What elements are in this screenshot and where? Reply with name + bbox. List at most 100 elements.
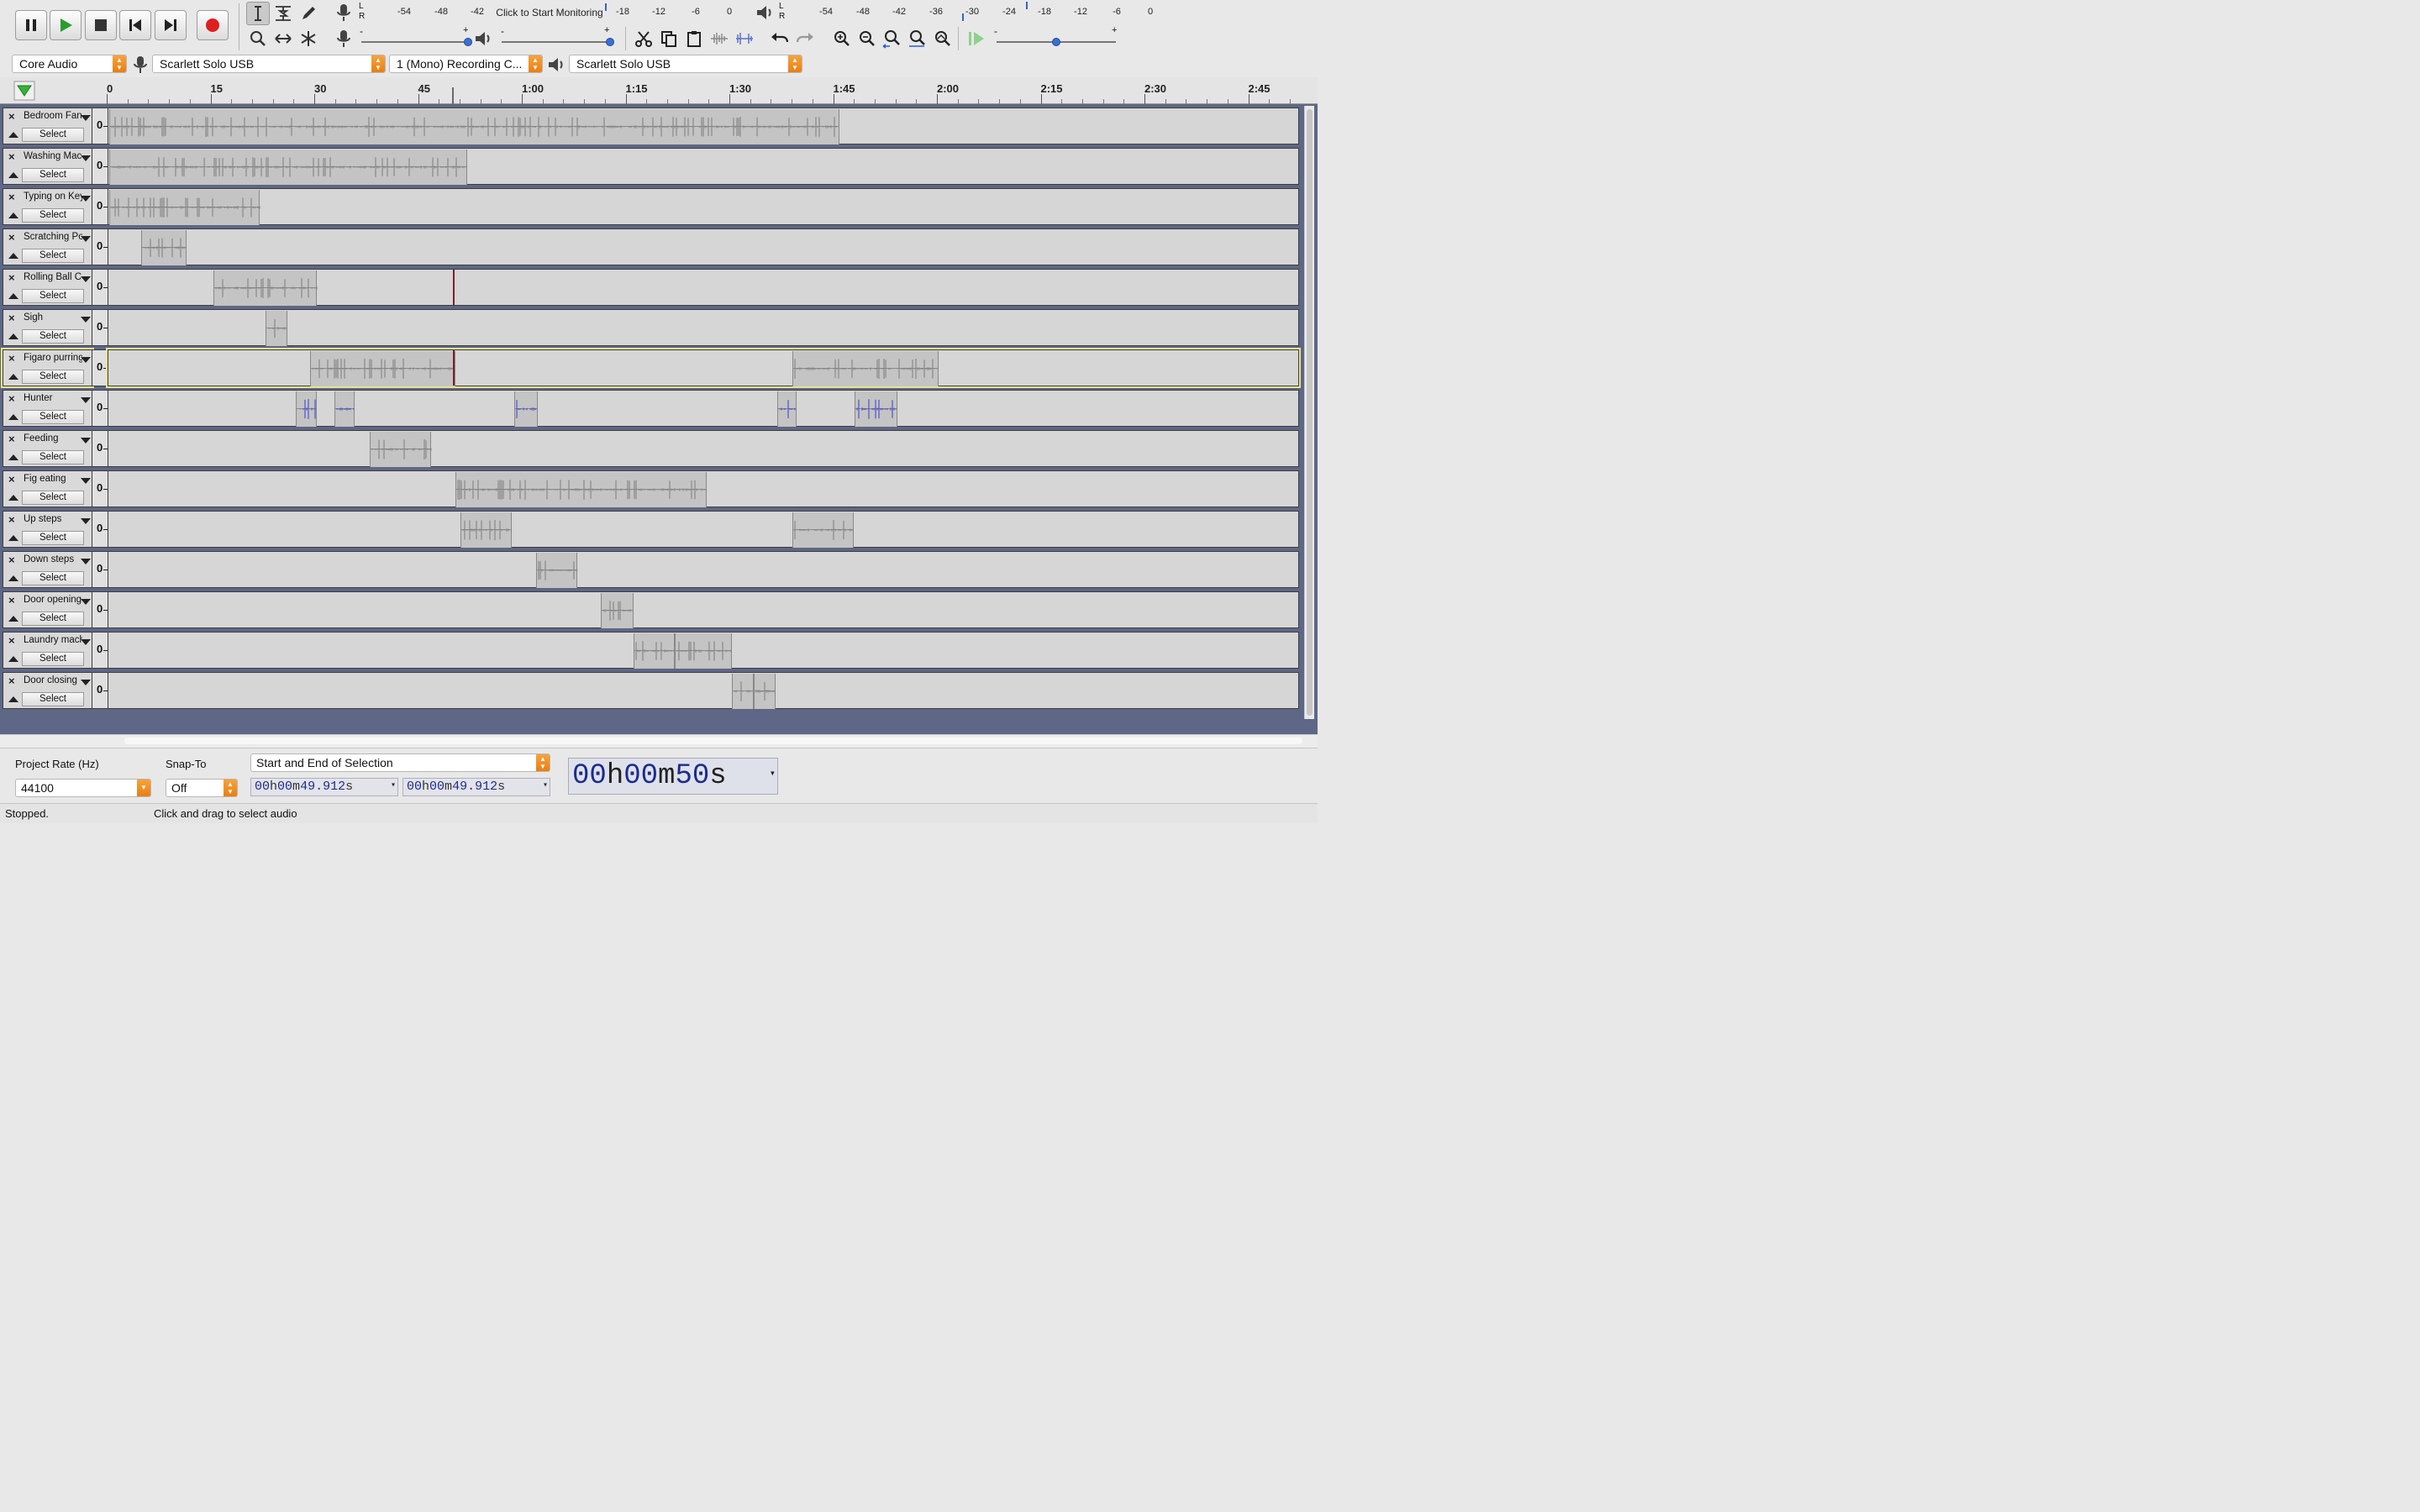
audio-clip[interactable] [792,512,854,548]
vertical-ruler[interactable]: 0 [92,108,108,144]
track-menu-dropdown-icon[interactable] [81,599,91,605]
waveform-area[interactable] [108,591,1299,628]
select-track-button[interactable]: Select [22,612,84,626]
vertical-scrollbar[interactable] [1304,106,1314,719]
close-icon[interactable]: × [8,634,15,647]
zoom-toggle-button[interactable] [931,27,955,50]
collapse-track-icon[interactable] [8,575,18,581]
skip-to-start-button[interactable] [119,10,151,40]
audio-clip[interactable] [213,270,317,306]
silence-audio-button[interactable] [733,27,756,50]
waveform-area[interactable] [108,511,1299,548]
waveform-area[interactable] [108,269,1299,306]
audio-track[interactable]: × Bedroom Fan Select 0 [3,108,1299,144]
skip-to-end-button[interactable] [155,10,187,40]
audio-clip[interactable] [754,674,776,709]
vertical-ruler[interactable]: 0 [92,551,108,588]
close-icon[interactable]: × [8,312,15,324]
select-track-button[interactable]: Select [22,208,84,223]
track-control-panel[interactable]: × Hunter Select [3,390,92,427]
close-icon[interactable]: × [8,675,15,687]
waveform-area[interactable] [108,430,1299,467]
vertical-ruler[interactable]: 0 [92,188,108,225]
vertical-ruler[interactable]: 0 [92,632,108,669]
audio-clip[interactable] [266,311,288,346]
track-control-panel[interactable]: × Fig eating Select [3,470,92,507]
waveform-area[interactable] [108,470,1299,507]
collapse-track-icon[interactable] [8,132,18,138]
audio-clip[interactable] [792,351,939,386]
select-track-button[interactable]: Select [22,168,84,182]
recording-volume-knob[interactable] [464,38,472,46]
audio-track[interactable]: × Scratching Po Select 0 [3,228,1299,265]
select-track-button[interactable]: Select [22,370,84,384]
collapse-track-icon[interactable] [8,616,18,622]
select-track-button[interactable]: Select [22,571,84,585]
waveform-area[interactable] [106,348,1301,388]
recording-channels-select[interactable]: 1 (Mono) Recording C... ▲ ▼ [389,55,543,73]
audio-track[interactable]: × Figaro purring Select 0 [1,348,1301,388]
envelope-tool[interactable] [271,2,295,25]
close-icon[interactable]: × [8,110,15,123]
audio-clip[interactable] [109,190,260,225]
redo-button[interactable] [793,27,817,50]
select-track-button[interactable]: Select [22,450,84,465]
track-menu-dropdown-icon[interactable] [81,397,91,403]
collapse-track-icon[interactable] [8,333,18,339]
collapse-track-icon[interactable] [8,414,18,420]
track-name[interactable]: Scratching Po [24,232,82,242]
pin-head-icon[interactable] [13,81,35,103]
audio-track[interactable]: × Feeding Select 0 [3,430,1299,467]
time-shift-tool[interactable] [271,27,295,50]
chevron-down-icon[interactable]: ▾ [543,780,548,790]
select-track-button[interactable]: Select [22,531,84,545]
collapse-track-icon[interactable] [8,293,18,299]
undo-button[interactable] [768,27,792,50]
vertical-ruler[interactable]: 0 [92,430,108,467]
track-menu-dropdown-icon[interactable] [81,115,91,121]
track-name[interactable]: Figaro purring [24,353,82,363]
audio-track[interactable]: × Down steps Select 0 [3,551,1299,588]
vertical-ruler[interactable]: 0 [92,148,108,185]
paste-button[interactable] [682,27,706,50]
selection-mode-select[interactable]: Start and End of Selection ▲ ▼ [250,753,550,772]
audio-track[interactable]: × Fig eating Select 0 [3,470,1299,507]
selection-start-time[interactable]: 00h00m49.912s ▾ [250,778,398,796]
close-icon[interactable]: × [8,271,15,284]
track-menu-dropdown-icon[interactable] [81,559,91,564]
audio-clip[interactable] [732,674,755,709]
collapse-track-icon[interactable] [8,696,18,702]
audio-clip[interactable] [296,391,317,427]
close-icon[interactable]: × [8,150,15,163]
audio-clip[interactable] [460,512,513,548]
track-menu-dropdown-icon[interactable] [81,357,91,363]
waveform-area[interactable] [108,108,1299,144]
waveform-area[interactable] [108,309,1299,346]
track-menu-dropdown-icon[interactable] [81,276,91,282]
track-control-panel[interactable]: × Washing Mac Select [3,148,92,185]
audio-clip[interactable] [309,351,455,386]
close-icon[interactable]: × [8,594,15,606]
play-at-speed-button[interactable] [965,27,988,50]
record-meter[interactable]: -54 -48 -42 Click to Start Monitoring -1… [367,2,737,22]
track-control-panel[interactable]: × Typing on Key Select [3,188,92,225]
track-control-panel[interactable]: × Bedroom Fan Select [3,108,92,144]
audio-clip[interactable] [334,391,355,427]
track-name[interactable]: Door opening [24,595,82,605]
timeline-ruler[interactable]: 0 15 30 45 1:00 1:15 1:30 1:45 2:00 2:15 2:30 2:45 [0,77,1318,104]
select-track-button[interactable]: Select [22,491,84,505]
multi-tool[interactable] [297,27,320,50]
track-name[interactable]: Fig eating [24,474,82,484]
trim-audio-button[interactable] [708,27,731,50]
pause-button[interactable] [15,10,47,40]
track-panel[interactable]: × Bedroom Fan Select 0 × Washing Mac Sel… [0,104,1318,734]
zoom-out-button[interactable] [855,27,879,50]
select-track-button[interactable]: Select [22,249,84,263]
collapse-track-icon[interactable] [8,535,18,541]
close-icon[interactable]: × [8,554,15,566]
selection-tool[interactable] [246,2,270,25]
track-control-panel[interactable]: × Door opening Select [3,591,92,628]
play-button[interactable] [50,10,82,40]
audio-clip[interactable] [513,391,538,427]
vertical-ruler[interactable]: 0 [92,470,108,507]
